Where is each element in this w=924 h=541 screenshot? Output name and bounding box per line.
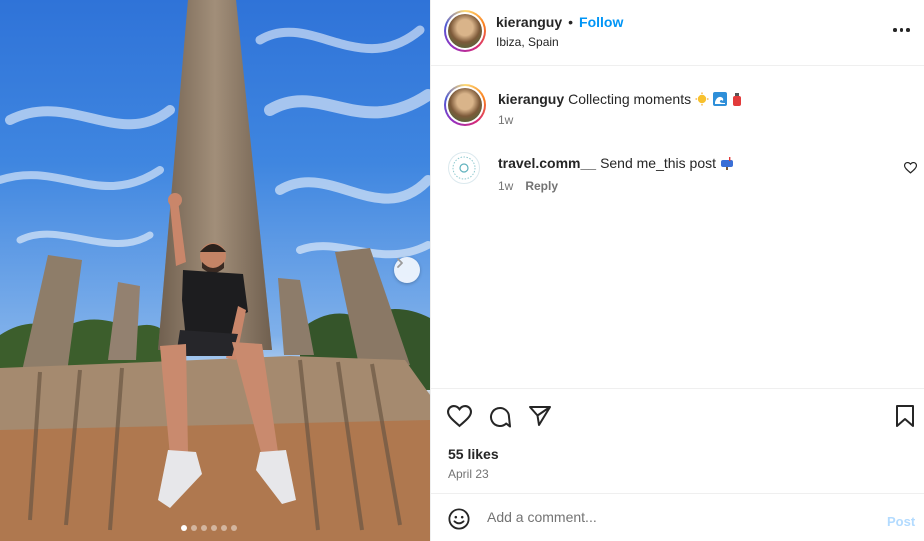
post-date[interactable]: April 23 xyxy=(448,467,489,481)
post-photo xyxy=(0,0,430,541)
carousel-dot xyxy=(181,525,187,531)
comment-row: travel.comm__ Send me_this post 1w Reply xyxy=(431,150,924,200)
caption-username[interactable]: kieranguy xyxy=(498,91,564,107)
caption-row: kieranguy Collecting moments 1w xyxy=(431,84,924,134)
caption-time[interactable]: 1w xyxy=(498,113,513,127)
comment-like-heart-icon[interactable] xyxy=(904,162,917,174)
post-location[interactable]: Ibiza, Spain xyxy=(496,35,559,49)
reply-button[interactable]: Reply xyxy=(525,179,558,193)
commenter-username[interactable]: travel.comm__ xyxy=(498,155,596,171)
wave-emoji-icon xyxy=(713,92,728,106)
more-options-button[interactable] xyxy=(893,28,910,32)
post-details-panel: kieranguy • Follow Ibiza, Spain kierangu… xyxy=(430,0,924,541)
share-send-icon[interactable] xyxy=(528,405,552,427)
post-actions: 55 likes April 23 xyxy=(431,388,924,492)
separator-dot: • xyxy=(568,14,574,30)
carousel-next-button[interactable] xyxy=(394,257,420,283)
caption-avatar[interactable] xyxy=(444,84,486,126)
comments-list[interactable]: kieranguy Collecting moments 1w travel.c… xyxy=(431,66,924,388)
likes-count[interactable]: 55 likes xyxy=(448,446,499,462)
carousel-dot xyxy=(211,525,217,531)
comment-time[interactable]: 1w xyxy=(498,179,513,193)
follow-button[interactable]: Follow xyxy=(579,14,623,30)
like-heart-icon[interactable] xyxy=(447,405,472,428)
caption-text: Collecting moments xyxy=(568,91,692,107)
post-media[interactable] xyxy=(0,0,430,541)
post-comment-button[interactable]: Post xyxy=(887,514,915,529)
globe-logo-icon xyxy=(452,156,476,180)
author-username[interactable]: kieranguy xyxy=(496,14,562,30)
fire-extinguisher-emoji-icon xyxy=(733,93,742,106)
comment-composer: Post xyxy=(431,493,924,541)
comment-bubble-icon[interactable] xyxy=(488,405,512,429)
sun-emoji-icon xyxy=(695,92,709,106)
carousel-dot xyxy=(221,525,227,531)
carousel-indicator xyxy=(181,525,237,531)
carousel-dot xyxy=(191,525,197,531)
author-avatar[interactable] xyxy=(444,10,486,52)
mailbox-emoji-icon xyxy=(721,157,734,170)
emoji-picker-icon[interactable] xyxy=(448,508,470,530)
more-icon xyxy=(893,28,897,32)
comment-input[interactable] xyxy=(487,506,867,528)
commenter-avatar[interactable] xyxy=(448,152,480,184)
carousel-dot xyxy=(231,525,237,531)
comment-text: Send me_this post xyxy=(600,155,717,171)
carousel-dot xyxy=(201,525,207,531)
save-bookmark-icon[interactable] xyxy=(895,405,915,427)
chevron-right-icon xyxy=(397,258,403,268)
post-header: kieranguy • Follow Ibiza, Spain xyxy=(431,0,924,66)
